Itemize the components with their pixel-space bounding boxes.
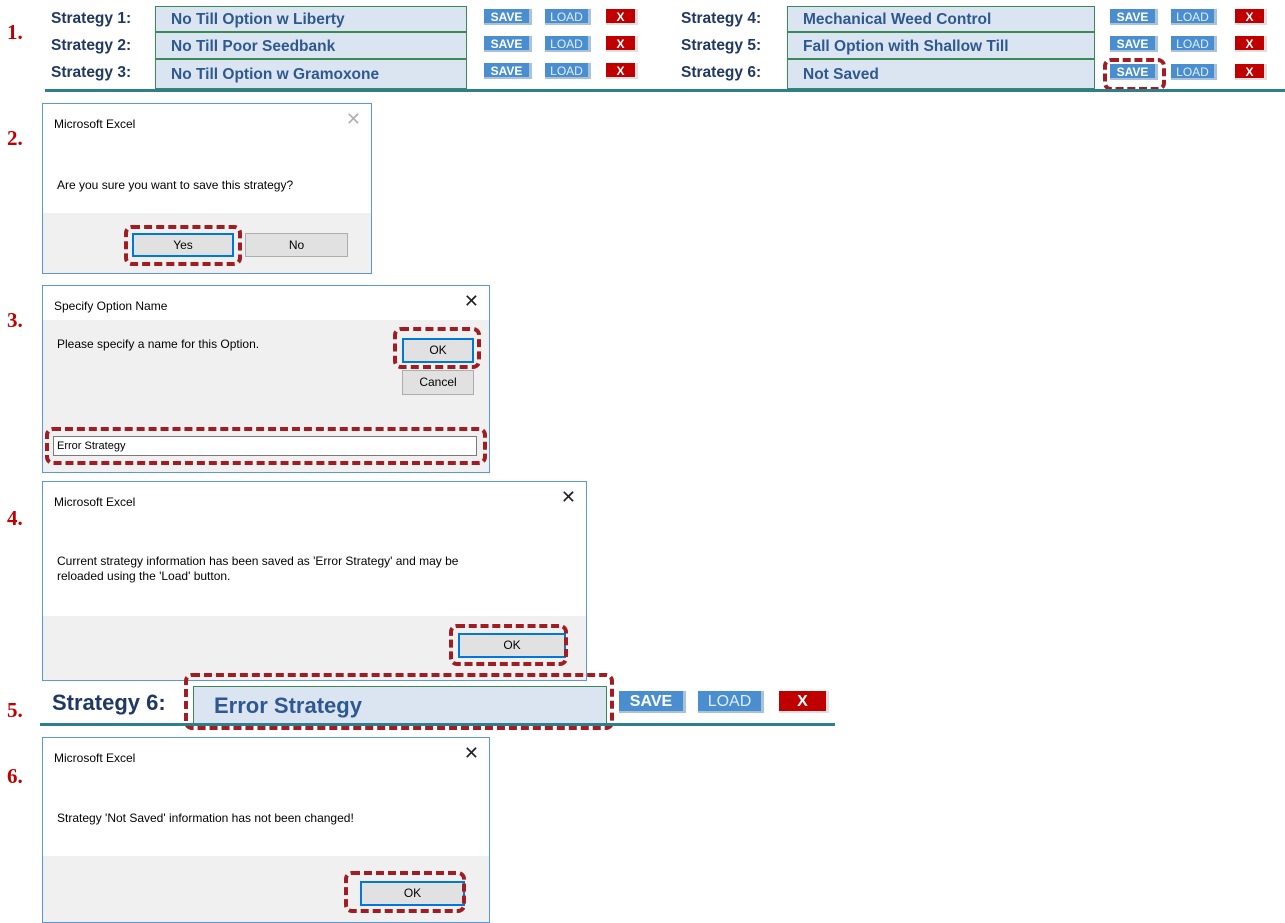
dialog-title: Microsoft Excel: [54, 495, 136, 509]
strategy-5-delete-button[interactable]: X: [1235, 36, 1267, 52]
strategy-2-delete-button[interactable]: X: [606, 36, 638, 52]
strategy-2-label: Strategy 2:: [51, 37, 132, 54]
strategy-3-label: Strategy 3:: [51, 64, 132, 81]
strategy-6-delete-button[interactable]: X: [1235, 64, 1267, 80]
close-icon[interactable]: ✕: [464, 743, 479, 764]
no-button[interactable]: No: [245, 233, 348, 257]
dialog-title: Microsoft Excel: [54, 751, 136, 765]
strategy-3-delete-button[interactable]: X: [606, 63, 638, 79]
strategy-2-save-button[interactable]: SAVE: [484, 36, 532, 52]
dialog-message-line1: Current strategy information has been sa…: [57, 554, 459, 568]
strategy-6-name: Not Saved: [787, 59, 1095, 89]
strategy-3-load-button[interactable]: LOAD: [545, 63, 591, 79]
close-icon[interactable]: ✕: [464, 291, 479, 312]
strategy-5-name: Fall Option with Shallow Till: [787, 32, 1095, 59]
dialog-title: Specify Option Name: [54, 299, 168, 313]
strategy-3-save-button[interactable]: SAVE: [484, 63, 532, 79]
strategy-4-load-button[interactable]: LOAD: [1171, 9, 1217, 25]
strategy-6-result-label: Strategy 6:: [52, 690, 166, 715]
strategy-4-name: Mechanical Weed Control: [787, 6, 1095, 32]
ok-highlight-marker: [393, 327, 481, 369]
strategy-3-name: No Till Option w Gramoxone: [155, 59, 467, 89]
yes-highlight-marker: [124, 225, 242, 266]
step-number-5: 5.: [7, 698, 23, 722]
strategy-5-save-button[interactable]: SAVE: [1110, 36, 1158, 52]
cancel-button[interactable]: Cancel: [402, 370, 474, 395]
strategy-1-save-button[interactable]: SAVE: [484, 9, 532, 25]
strategy-2-load-button[interactable]: LOAD: [545, 36, 591, 52]
strategy-4-label: Strategy 4:: [681, 10, 762, 27]
step-number-1: 1.: [7, 20, 23, 44]
strategy-6-result-load-button[interactable]: LOAD: [698, 691, 764, 713]
strategy-6-label: Strategy 6:: [681, 64, 762, 81]
strategy-4-delete-button[interactable]: X: [1235, 9, 1267, 25]
close-icon[interactable]: ✕: [346, 109, 361, 130]
strategy-1-name: No Till Option w Liberty: [155, 6, 467, 32]
step-number-6: 6.: [7, 764, 23, 788]
dialog-message: Are you sure you want to save this strat…: [57, 178, 294, 192]
dialog-message: Please specify a name for this Option.: [57, 337, 260, 351]
strategy-6-load-button[interactable]: LOAD: [1171, 64, 1217, 80]
input-highlight-marker: [45, 427, 487, 465]
strategy-1-label: Strategy 1:: [51, 10, 132, 27]
strategy-2-name: No Till Poor Seedbank: [155, 32, 467, 59]
strategy-4-save-button[interactable]: SAVE: [1110, 9, 1158, 25]
dialog-message-line2: reloaded using the 'Load' button.: [57, 569, 231, 583]
strategy-1-delete-button[interactable]: X: [606, 9, 638, 25]
ok-highlight-marker: [449, 624, 568, 666]
strategy-5-label: Strategy 5:: [681, 37, 762, 54]
step-number-4: 4.: [7, 506, 23, 530]
dialog-title: Microsoft Excel: [54, 117, 136, 131]
strategy-6-result-delete-button[interactable]: X: [779, 691, 829, 713]
save-highlight-marker: [1103, 58, 1166, 91]
strategy-1-load-button[interactable]: LOAD: [545, 9, 591, 25]
strategy-5-load-button[interactable]: LOAD: [1171, 36, 1217, 52]
result-divider: [40, 723, 835, 726]
strategy-6-result-save-button[interactable]: SAVE: [619, 691, 686, 713]
ok-highlight-marker: [344, 871, 466, 913]
close-icon[interactable]: ✕: [561, 487, 576, 508]
dialog-message: Strategy 'Not Saved' information has not…: [57, 811, 354, 825]
panel-divider: [45, 89, 1285, 92]
step-number-3: 3.: [7, 308, 23, 332]
result-highlight-marker: [184, 673, 614, 730]
step-number-2: 2.: [7, 126, 23, 150]
